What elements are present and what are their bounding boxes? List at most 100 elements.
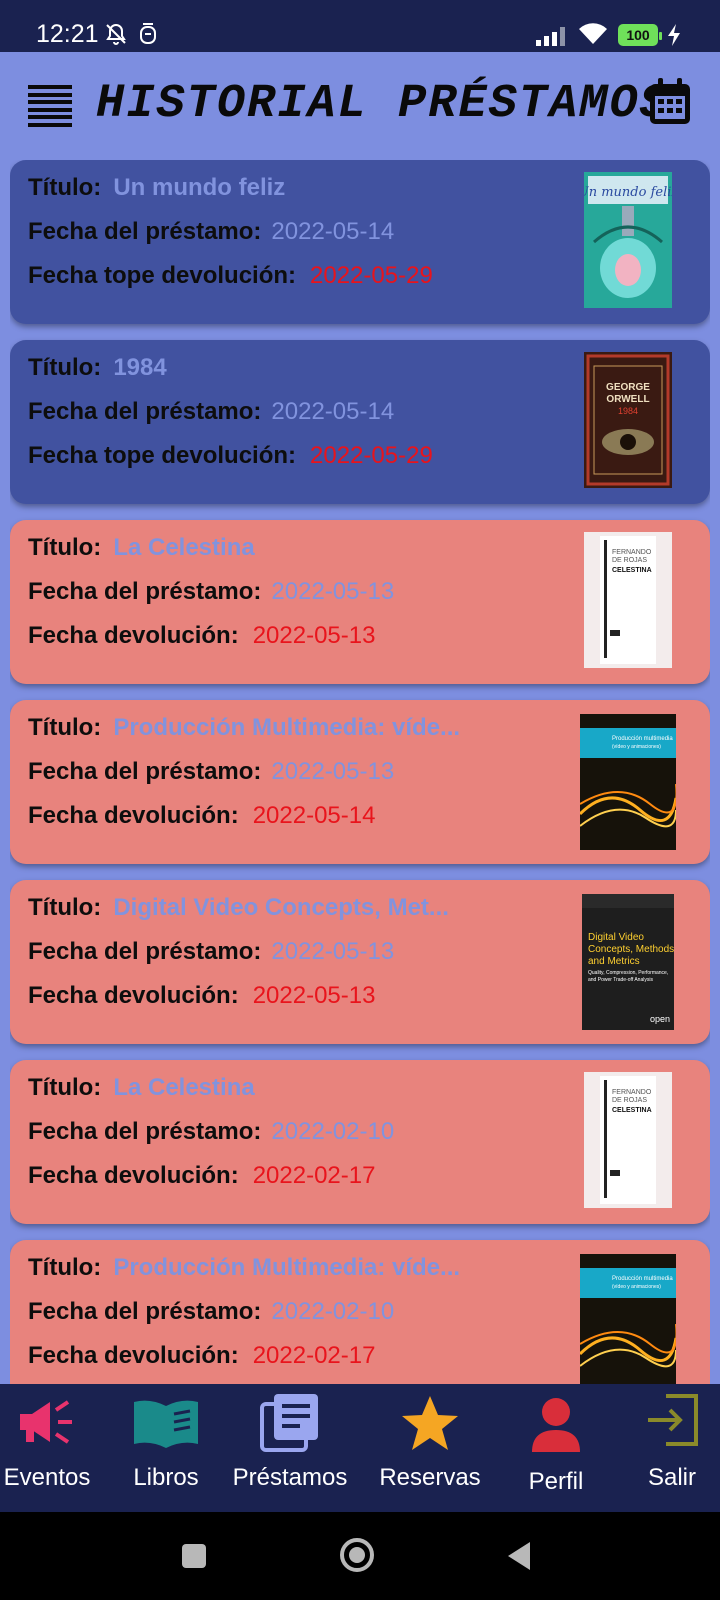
loan-card[interactable]: Título: Digital Video Concepts, Met... Fe… [10,880,710,1044]
svg-text:DE ROJAS: DE ROJAS [612,557,647,564]
svg-text:Quality, Compression, Performa: Quality, Compression, Performance, [588,970,668,976]
loan-date-row: Fecha del préstamo: 2022-05-13 [28,578,394,606]
book-cover-image: Producción multimedia (vídeo y animacion… [580,1254,676,1384]
svg-text:Concepts, Methods,: Concepts, Methods, [588,944,674,955]
book-cover-image: Un mundo feliz [584,172,672,308]
loan-card[interactable]: Título: Producción Multimedia: víde... Fe… [10,1240,710,1384]
signal-icon [536,27,565,46]
loan-card[interactable]: Título: Un mundo feliz Fecha del préstamo… [10,160,710,324]
book-title: La Celestina [113,534,255,561]
return-date-label: Fecha devolución: [28,982,239,1009]
svg-text:CELESTINA: CELESTINA [612,1107,652,1114]
loan-date-label: Fecha del préstamo: [28,398,262,425]
title-label: Título: [28,1074,102,1101]
nav-libros[interactable]: Libros [118,1384,214,1512]
status-bar: 12:21 100 [0,0,720,52]
return-date-label: Fecha devolución: [28,622,239,649]
loan-date-row: Fecha del préstamo: 2022-05-13 [28,758,394,786]
calendar-icon[interactable] [648,78,692,126]
return-date-row: Fecha devolución: 2022-05-14 [28,802,375,830]
title-label: Título: [28,894,102,921]
nav-label: Perfil [528,1468,584,1495]
loan-card[interactable]: Título: La Celestina Fecha del préstamo: 2… [10,1060,710,1224]
loan-date: 2022-02-10 [271,1298,395,1325]
return-date: 2022-02-17 [252,1162,376,1189]
bottom-navigation: Eventos Libros Préstamos Reservas Perfil… [0,1384,720,1512]
exit-icon [648,1394,698,1446]
title-label: Título: [28,534,102,561]
loan-date-label: Fecha del préstamo: [28,218,262,245]
loan-date-row: Fecha del préstamo: 2022-05-14 [28,398,394,426]
svg-text:DE ROJAS: DE ROJAS [612,1097,647,1104]
documents-icon [260,1394,318,1452]
back-button[interactable] [504,1540,534,1572]
loan-date-label: Fecha del préstamo: [28,1118,262,1145]
return-date-row: Fecha devolución: 2022-05-13 [28,982,375,1010]
due-date-row: Fecha tope devolución: 2022-05-29 [28,442,433,470]
title-label: Título: [28,174,102,201]
loan-card[interactable]: Título: La Celestina Fecha del préstamo: 2… [10,520,710,684]
return-date: 2022-02-17 [252,1342,376,1369]
loan-history-list[interactable]: Título: Un mundo feliz Fecha del préstamo… [10,160,710,1384]
loan-date-label: Fecha del préstamo: [28,578,262,605]
loan-card[interactable]: Título: Producción Multimedia: víde... Fe… [10,700,710,864]
book-title: Producción Multimedia: víde... [113,1254,461,1281]
app-header: HISTORIAL PRÉSTAMOS [0,52,720,156]
return-date: 2022-05-13 [252,982,376,1009]
recent-apps-button[interactable] [180,1542,208,1570]
loan-date: 2022-05-13 [271,758,395,785]
book-title: 1984 [113,354,167,381]
nav-label: Préstamos [232,1464,348,1491]
loan-date-label: Fecha del préstamo: [28,758,262,785]
svg-text:FERNANDO: FERNANDO [612,1089,652,1096]
return-date-label: Fecha devolución: [28,802,239,829]
svg-text:ORWELL: ORWELL [606,394,649,405]
nav-salir[interactable]: Salir [624,1384,720,1512]
title-label: Título: [28,714,102,741]
due-date: 2022-05-29 [310,262,433,289]
nav-label: Reservas [379,1464,481,1491]
wifi-icon [579,23,607,44]
title-row: Título: La Celestina [28,1074,255,1102]
due-date: 2022-05-29 [310,442,433,469]
home-button[interactable] [338,1536,376,1574]
title-label: Título: [28,1254,102,1281]
alarm-icon [140,23,156,44]
loan-date-label: Fecha del préstamo: [28,1298,262,1325]
nav-reservas[interactable]: Reservas [366,1384,494,1512]
return-date: 2022-05-13 [252,622,376,649]
return-date-label: Fecha devolución: [28,1162,239,1189]
nav-perfil[interactable]: Perfil [508,1384,604,1512]
loan-date-label: Fecha del préstamo: [28,938,262,965]
svg-text:(vídeo y animaciones): (vídeo y animaciones) [612,744,661,750]
star-icon [402,1396,458,1450]
loan-date: 2022-05-13 [271,578,395,605]
nav-eventos[interactable]: Eventos [0,1384,94,1512]
book-cover-image: Digital Video Concepts, Methods, and Met… [582,894,674,1030]
status-time: 12:21 [36,20,99,48]
menu-icon[interactable] [28,85,72,127]
nav-prestamos[interactable]: Préstamos [226,1384,354,1512]
loan-date: 2022-05-14 [271,218,395,245]
nav-label: Salir [647,1464,696,1491]
book-cover-image: FERNANDO DE ROJAS CELESTINA [584,532,672,668]
book-cover-image: FERNANDO DE ROJAS CELESTINA [584,1072,672,1208]
return-date-row: Fecha devolución: 2022-02-17 [28,1162,375,1190]
svg-text:Producción multimedia: Producción multimedia [612,1276,673,1282]
loan-date-row: Fecha del préstamo: 2022-02-10 [28,1118,394,1146]
title-row: Título: Un mundo feliz [28,174,285,202]
svg-text:and Power Trade-off Analysis: and Power Trade-off Analysis [588,977,653,983]
due-date-label: Fecha tope devolución: [28,442,297,469]
title-row: Título: Digital Video Concepts, Met... [28,894,449,922]
cover-brand-text: open [650,1014,670,1024]
title-row: Título: 1984 [28,354,167,382]
svg-text:CELESTINA: CELESTINA [612,567,652,574]
loan-card[interactable]: Título: 1984 Fecha del préstamo: 2022-05-1… [10,340,710,504]
cover-title-text: Un mundo feliz [584,185,672,200]
return-date-label: Fecha devolución: [28,1342,239,1369]
return-date-row: Fecha devolución: 2022-02-17 [28,1342,375,1370]
book-title: Digital Video Concepts, Met... [113,894,449,921]
book-title: Un mundo feliz [113,174,286,201]
book-title: Producción Multimedia: víde... [113,714,461,741]
loan-date-row: Fecha del préstamo: 2022-02-10 [28,1298,394,1326]
